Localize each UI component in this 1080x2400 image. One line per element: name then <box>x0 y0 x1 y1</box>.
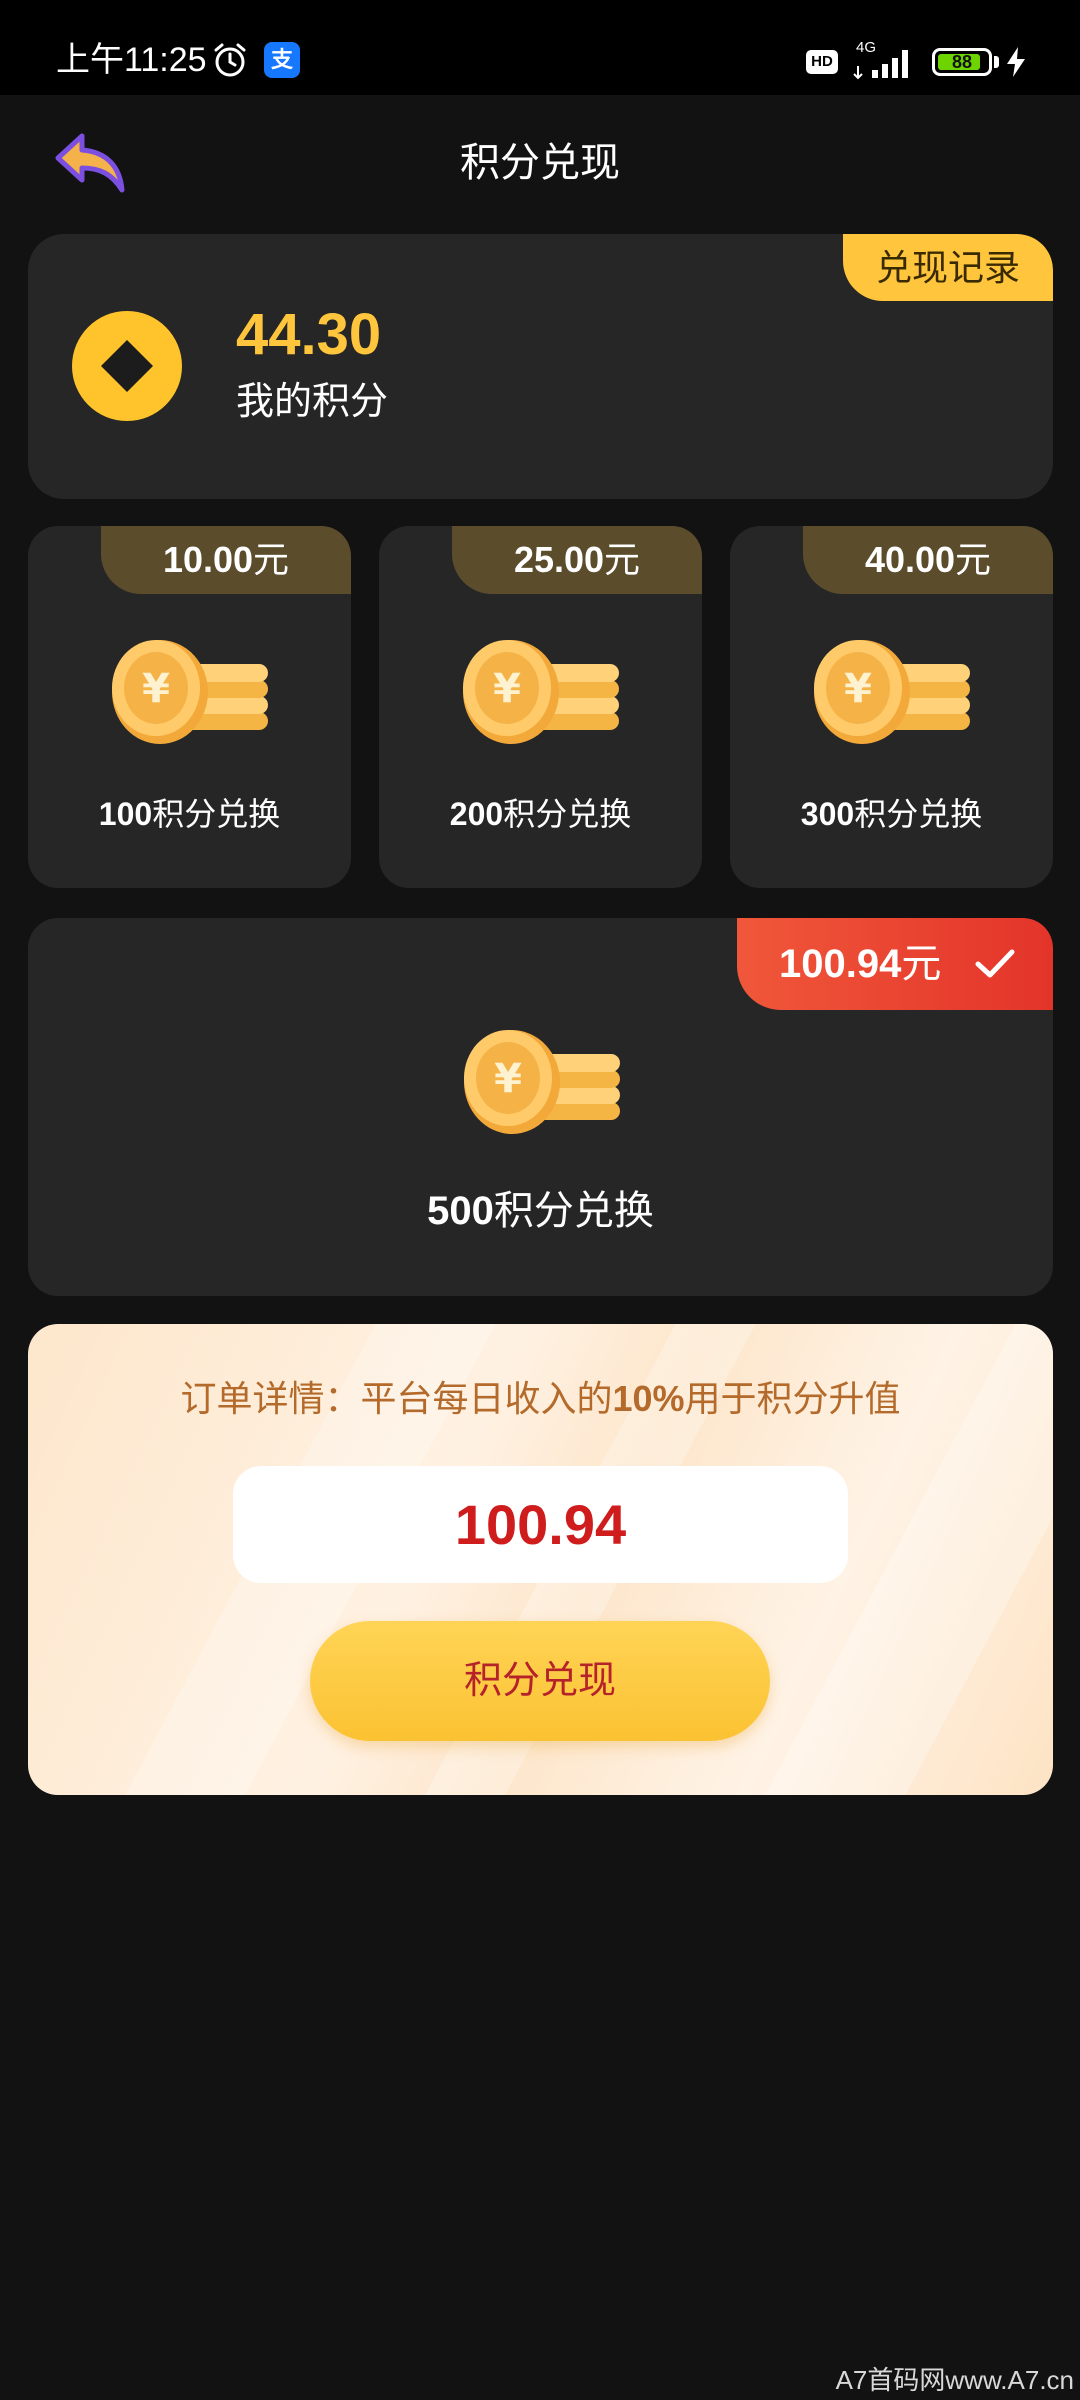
option-price: 40.00 <box>864 539 956 580</box>
option-price-tag: 10.00元 <box>101 526 351 594</box>
order-desc-suffix: 用于积分升值 <box>684 1378 901 1419</box>
option-points: 100 <box>98 796 153 832</box>
watermark: A7首码网www.A7.cn <box>835 2365 1074 2395</box>
status-bar: 上午11:25 支 HD 4G 88 <box>0 0 1080 95</box>
option-points: 300 <box>800 796 855 832</box>
coin-stack-icon: ¥ <box>464 1030 620 1134</box>
battery-icon: 88 <box>932 48 992 76</box>
option-card-200[interactable]: 25.00元 ¥ 200积分兑换 <box>379 526 702 888</box>
coin-stack-icon: ¥ <box>112 640 268 744</box>
option-card-100[interactable]: 10.00元 ¥ 100积分兑换 <box>28 526 351 888</box>
option-price-unit: 元 <box>901 942 942 986</box>
signal-icon <box>853 50 908 80</box>
option-card-500[interactable]: 100.94元 ¥ 500积分兑换 <box>28 918 1053 1296</box>
option-label-suffix: 积分兑换 <box>493 1189 654 1233</box>
alarm-icon <box>214 43 246 77</box>
svg-text:¥: ¥ <box>142 666 170 712</box>
status-time: 上午11:25 <box>56 41 207 79</box>
exchange-record-button[interactable]: 兑现记录 <box>843 234 1053 301</box>
redeem-button[interactable]: 积分兑现 <box>310 1621 770 1741</box>
amount-display: 100.94 <box>233 1466 848 1583</box>
order-description: 订单详情：平台每日收入的10%用于积分升值 <box>28 1376 1053 1422</box>
points-card: 兑现记录 44.30 我的积分 <box>28 234 1053 499</box>
battery-level: 88 <box>951 52 973 72</box>
check-icon <box>975 949 1015 978</box>
option-price-tag: 40.00元 <box>803 526 1053 594</box>
option-label: 500积分兑换 <box>28 1186 1053 1236</box>
option-card-300[interactable]: 40.00元 ¥ 300积分兑换 <box>730 526 1053 888</box>
order-desc-prefix: 订单详情：平台每日收入的 <box>180 1378 613 1419</box>
option-price-tag: 25.00元 <box>452 526 702 594</box>
points-value: 44.30 <box>236 302 382 367</box>
option-price: 100.94 <box>779 942 902 986</box>
option-price: 10.00 <box>162 539 254 580</box>
option-price-unit: 元 <box>253 539 290 580</box>
option-label-suffix: 积分兑换 <box>854 796 983 832</box>
alipay-icon: 支 <box>264 42 300 78</box>
option-label-suffix: 积分兑换 <box>503 796 632 832</box>
option-label: 200积分兑换 <box>379 794 702 834</box>
svg-text:¥: ¥ <box>494 1056 522 1102</box>
option-label: 300积分兑换 <box>730 794 1053 834</box>
order-panel: 订单详情：平台每日收入的10%用于积分升值 100.94 积分兑现 <box>28 1324 1053 1795</box>
option-points: 200 <box>449 796 504 832</box>
charging-icon <box>1007 47 1025 77</box>
points-coin-icon <box>72 311 182 421</box>
order-desc-percent: 10% <box>612 1378 685 1419</box>
option-points: 500 <box>427 1189 494 1233</box>
option-label: 100积分兑换 <box>28 794 351 834</box>
option-price: 25.00 <box>513 539 605 580</box>
selected-price-tag: 100.94元 <box>737 918 1053 1010</box>
option-label-suffix: 积分兑换 <box>152 796 281 832</box>
svg-text:¥: ¥ <box>844 666 872 712</box>
coin-stack-icon: ¥ <box>814 640 970 744</box>
option-price-unit: 元 <box>604 539 641 580</box>
coin-stack-icon: ¥ <box>463 640 619 744</box>
svg-text:¥: ¥ <box>493 666 521 712</box>
hd-badge: HD <box>806 50 838 74</box>
points-label: 我的积分 <box>236 381 389 423</box>
battery-cap <box>994 56 999 68</box>
page-title: 积分兑现 <box>460 141 620 185</box>
option-price-unit: 元 <box>955 539 992 580</box>
